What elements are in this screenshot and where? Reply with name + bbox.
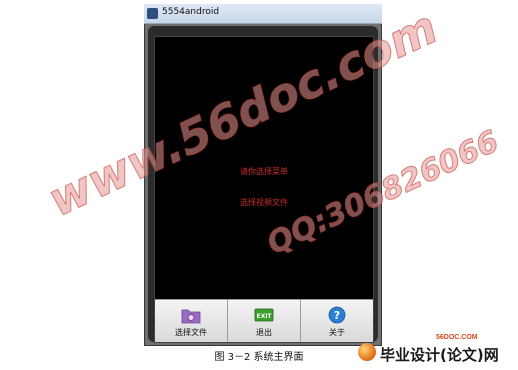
device-screen: 请你选择菜单 选择视频文件 选择文件 EXIT 退出 ? 关于 (154, 36, 374, 343)
select-video-text: 选择视频文件 (240, 198, 288, 207)
window-titlebar: 5554android (144, 4, 382, 24)
menu-item-select-file[interactable]: 选择文件 (155, 300, 228, 342)
menu-label-about: 关于 (329, 328, 345, 337)
options-menu: 选择文件 EXIT 退出 ? 关于 (155, 299, 373, 342)
camera-folder-icon (181, 309, 201, 324)
exit-icon: EXIT (254, 308, 274, 322)
menu-label-select-file: 选择文件 (175, 328, 207, 337)
menu-label-exit: 退出 (256, 328, 272, 337)
menu-item-exit[interactable]: EXIT 退出 (228, 300, 301, 342)
prompt-text: 请你选择菜单 (240, 167, 288, 176)
svg-text:EXIT: EXIT (256, 313, 272, 320)
site-logo: 56DOC.COM 毕业设计(论文)网 (350, 334, 510, 364)
logo-ball-icon (358, 343, 376, 361)
logo-text: 毕业设计(论文)网 (380, 346, 499, 364)
help-icon: ? (328, 306, 346, 324)
app-window-icon (147, 8, 158, 19)
device-skin: 请你选择菜单 选择视频文件 选择文件 EXIT 退出 ? 关于 (148, 26, 378, 343)
svg-text:?: ? (334, 309, 340, 322)
window-title: 5554android (162, 7, 220, 17)
logo-domain: 56DOC.COM (436, 334, 478, 341)
emulator-window: 5554android 请你选择菜单 选择视频文件 选择文件 EXIT 退出 ?… (144, 4, 382, 346)
